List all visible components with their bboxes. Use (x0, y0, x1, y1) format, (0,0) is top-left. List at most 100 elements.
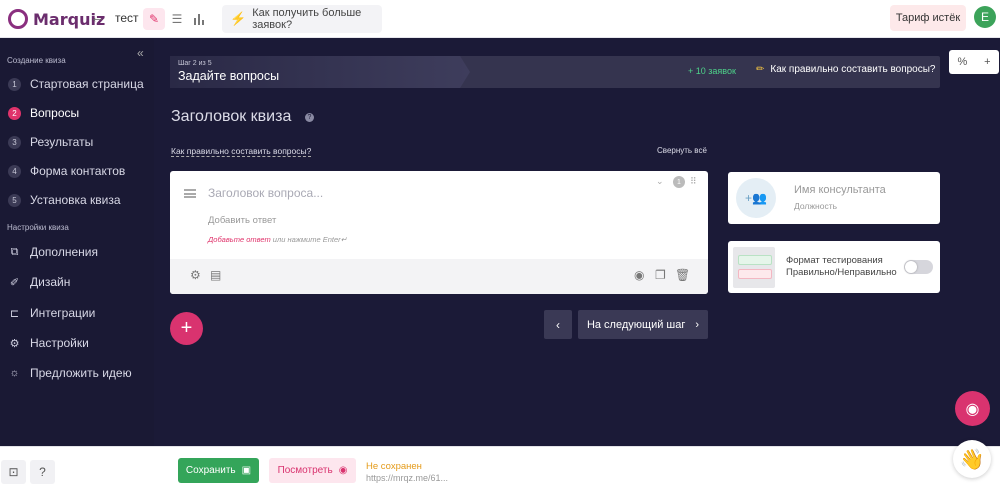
sidebar-item-label: Настройки (30, 336, 89, 350)
settings-icon[interactable]: ⚙ (190, 268, 201, 282)
sidebar-item-design[interactable]: ✐ Дизайн (8, 272, 70, 292)
step-number: 2 (8, 106, 21, 120)
sidebar-section-settings: Настройки квиза (7, 223, 69, 232)
wave-hand-icon[interactable]: 👋 (953, 440, 991, 478)
arrow-left-icon[interactable]: ← (90, 9, 105, 26)
help-link[interactable]: ✏ Как правильно составить вопросы? (756, 64, 936, 75)
question-number-badge: 1 (673, 176, 685, 188)
test-format-label: Формат тестирования Правильно/Неправильн… (786, 255, 897, 279)
leads-badge: + 10 заявок (688, 66, 736, 76)
consultant-card[interactable]: +👥 Имя консультанта Должность (728, 172, 940, 224)
chevron-right-icon: › (695, 318, 700, 331)
comment-icon[interactable]: ▤ (210, 268, 221, 282)
trash-icon[interactable]: 🗑 (675, 268, 690, 282)
save-label: Сохранить (185, 465, 236, 476)
plus-icon: + (984, 56, 991, 68)
test-format-line1: Формат тестирования (786, 255, 883, 266)
quiz-name[interactable]: тест (115, 11, 139, 25)
integration-icon: ⊏ (9, 307, 20, 320)
sidebar-item-label: Результаты (30, 135, 94, 149)
sidebar-item-label: Форма контактов (30, 164, 126, 178)
preview-eye-button[interactable]: ◉ (955, 391, 990, 426)
chevron-down-icon[interactable]: ⌄ (656, 176, 664, 187)
sidebar-item-addons[interactable]: ⧉ Дополнения (8, 242, 98, 262)
logo-icon (8, 9, 28, 29)
consultant-name: Имя консультанта (794, 184, 886, 196)
hint-text: или нажмите Enter↵ (270, 235, 347, 244)
sidebar-item-install[interactable]: 5 Установка квиза (8, 190, 121, 210)
avatar[interactable]: E (974, 6, 996, 28)
sidebar-item-label: Дополнения (30, 245, 98, 259)
test-format-card: Формат тестирования Правильно/Неправильн… (728, 241, 940, 293)
gear-icon: ⚙ (9, 337, 20, 350)
drag-handle-icon[interactable] (184, 189, 196, 198)
step-title: Задайте вопросы (178, 69, 280, 83)
test-format-line2: Правильно/Неправильно (786, 267, 897, 278)
sidebar-item-settings[interactable]: ⚙ Настройки (8, 333, 89, 353)
brush-icon: ✐ (9, 276, 20, 289)
add-answer-input[interactable]: Добавить ответ (208, 215, 276, 226)
help-link-label: Как правильно составить вопросы? (770, 64, 936, 75)
sidebar-item-contact-form[interactable]: 4 Форма контактов (8, 161, 125, 181)
question-card: Заголовок вопроса... Добавить ответ Доба… (170, 171, 708, 294)
test-format-preview (733, 247, 775, 288)
step-number: 4 (8, 164, 21, 178)
hint-link: Добавьте ответ (208, 235, 271, 244)
sidebar-item-start-page[interactable]: 1 Стартовая страница (8, 74, 144, 94)
step-number: 1 (8, 77, 21, 91)
help-icon[interactable]: ? (305, 113, 314, 122)
next-step-button[interactable]: На следующий шаг › (578, 310, 708, 339)
how-to-link[interactable]: Как правильно составить вопросы? (171, 146, 312, 157)
quiz-title[interactable]: Заголовок квиза (171, 108, 291, 126)
save-button[interactable]: Сохранить ▣ (178, 458, 259, 483)
percent-icon: % (957, 56, 968, 68)
step-number: 5 (8, 193, 21, 207)
bulb-icon: ☼ (9, 367, 20, 379)
top-bar: Marquiz ← тест ✎ ☰ ⚡ Как получить больше… (0, 0, 1000, 38)
promo-label: Как получить больше заявок? (252, 7, 362, 31)
add-question-button[interactable]: + (170, 312, 203, 345)
list-icon[interactable]: ☰ (166, 8, 188, 30)
correct-preview (738, 255, 772, 265)
help-icon[interactable]: ? (30, 460, 55, 484)
copy-icon[interactable]: ❐ (655, 268, 666, 282)
quiz-url[interactable]: https://mrqz.me/61... (366, 473, 448, 483)
answer-hint: Добавьте ответ или нажмите Enter↵ (208, 235, 347, 244)
chart-icon-svg (194, 13, 204, 25)
test-format-toggle[interactable] (904, 260, 933, 274)
sidebar-item-results[interactable]: 3 Результаты (8, 132, 93, 152)
sidebar-item-label: Установка квиза (30, 193, 121, 207)
chart-icon[interactable] (189, 8, 211, 30)
edit-icon[interactable]: ✎ (143, 8, 165, 30)
floppy-icon: ▣ (241, 465, 252, 476)
variables-button[interactable]: % + (949, 50, 999, 74)
promo-button[interactable]: ⚡ Как получить больше заявок? (222, 5, 382, 33)
step-bar: Шаг 2 из 5 Задайте вопросы + 10 заявок ✏… (170, 56, 940, 88)
sidebar-item-label: Предложить идею (30, 366, 132, 380)
preview-button[interactable]: Посмотреть ◉ (269, 458, 356, 483)
next-step-label: На следующий шаг (586, 318, 686, 331)
step-counter: Шаг 2 из 5 (178, 60, 212, 67)
sidebar-item-label: Стартовая страница (30, 77, 144, 91)
puzzle-icon: ⧉ (10, 245, 19, 258)
incorrect-preview (738, 269, 772, 279)
pencil-icon: ✏ (756, 64, 765, 75)
tariff-button[interactable]: Тариф истёк (890, 5, 966, 31)
eye-icon[interactable]: ◉ (634, 268, 644, 282)
save-status: Не сохранен (366, 461, 422, 472)
sidebar-item-label: Интеграции (30, 306, 96, 320)
question-card-footer (170, 259, 708, 294)
question-title-input[interactable]: Заголовок вопроса... (208, 186, 323, 200)
drag-dots-icon[interactable]: ⠿ (690, 176, 697, 187)
folder-icon[interactable]: ⊡ (1, 460, 26, 484)
sidebar-item-suggest-idea[interactable]: ☼ Предложить идею (8, 363, 132, 383)
sidebar-section-create: Создание квиза (7, 56, 66, 65)
consultant-position: Должность (794, 201, 838, 211)
add-avatar-icon[interactable]: +👥 (736, 178, 776, 218)
previous-step-button[interactable]: ‹ (544, 310, 572, 339)
preview-label: Посмотреть (277, 465, 333, 476)
sidebar-item-questions[interactable]: 2 Вопросы (8, 103, 79, 123)
sidebar-item-integrations[interactable]: ⊏ Интеграции (8, 303, 95, 323)
collapse-sidebar-icon[interactable]: « (137, 46, 144, 60)
collapse-all-button[interactable]: Свернуть всё (657, 146, 707, 155)
